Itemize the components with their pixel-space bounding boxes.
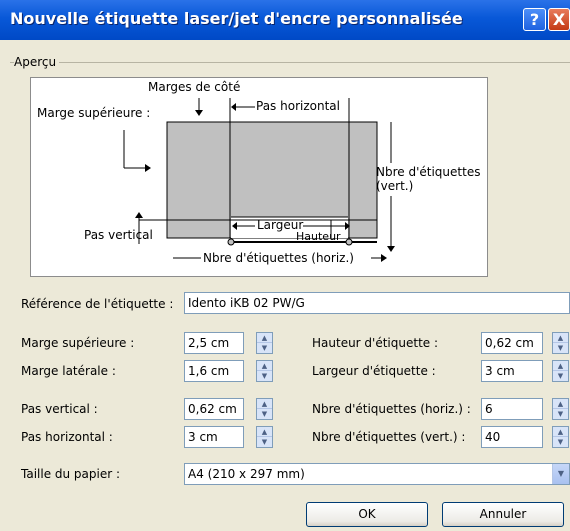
close-button[interactable]: X — [548, 8, 570, 31]
marge-superieure-spinner[interactable]: ▲ ▼ — [256, 332, 273, 354]
nbre-horiz-input[interactable]: 6 — [481, 398, 543, 420]
spin-down-icon[interactable]: ▼ — [257, 409, 272, 419]
label-preview: Marges de côté Pas horizontal Marge supé… — [30, 77, 488, 277]
nbre-vert-spinner[interactable]: ▲ ▼ — [552, 426, 569, 448]
marge-superieure-label: Marge supérieure : — [21, 336, 135, 350]
pas-horizontal-label: Pas horizontal : — [21, 430, 113, 444]
preview-marges-cote-label: Marges de côté — [148, 80, 241, 94]
spin-up-icon[interactable]: ▲ — [553, 399, 568, 409]
spin-up-icon[interactable]: ▲ — [257, 399, 272, 409]
preview-nbre-vert-label-1: Nbre d'étiquettes — [376, 165, 481, 179]
spin-up-icon[interactable]: ▲ — [553, 333, 568, 343]
preview-marge-superieure-label: Marge supérieure : — [37, 106, 151, 120]
nbre-horiz-spinner[interactable]: ▲ ▼ — [552, 398, 569, 420]
pas-vertical-spinner[interactable]: ▲ ▼ — [256, 398, 273, 420]
title-bar: Nouvelle étiquette laser/jet d'encre per… — [0, 0, 570, 40]
hauteur-etiquette-label: Hauteur d'étiquette : — [312, 336, 439, 350]
taille-papier-label: Taille du papier : — [21, 467, 121, 481]
window-title: Nouvelle étiquette laser/jet d'encre per… — [10, 9, 463, 28]
pas-vertical-label: Pas vertical : — [21, 402, 98, 416]
spin-down-icon[interactable]: ▼ — [553, 409, 568, 419]
spin-down-icon[interactable]: ▼ — [553, 343, 568, 353]
spin-up-icon[interactable]: ▲ — [257, 361, 272, 371]
spin-down-icon[interactable]: ▼ — [257, 371, 272, 381]
taille-papier-value: A4 (210 x 297 mm) — [188, 467, 305, 481]
marge-superieure-input[interactable]: 2,5 cm — [184, 332, 244, 354]
preview-nbre-vert-label-2: (vert.) — [376, 179, 414, 193]
spin-up-icon[interactable]: ▲ — [257, 333, 272, 343]
preview-group-label: Aperçu — [14, 55, 60, 69]
pas-horizontal-input[interactable]: 3 cm — [184, 426, 244, 448]
nbre-vert-label: Nbre d'étiquettes (vert.) : — [312, 430, 466, 444]
pas-horizontal-spinner[interactable]: ▲ ▼ — [256, 426, 273, 448]
pas-vertical-input[interactable]: 0,62 cm — [184, 398, 244, 420]
preview-pas-vertical-label: Pas vertical — [84, 228, 153, 242]
nbre-vert-input[interactable]: 40 — [481, 426, 543, 448]
marge-laterale-spinner[interactable]: ▲ ▼ — [256, 360, 273, 382]
ok-button[interactable]: OK — [306, 502, 428, 527]
preview-hauteur-label: Hauteur — [296, 230, 341, 243]
nbre-horiz-label: Nbre d'étiquettes (horiz.) : — [312, 402, 471, 416]
dialog-window: Nouvelle étiquette laser/jet d'encre per… — [0, 0, 570, 531]
help-button[interactable]: ? — [523, 8, 546, 31]
marge-laterale-label: Marge latérale : — [21, 364, 116, 378]
spin-down-icon[interactable]: ▼ — [553, 371, 568, 381]
spin-down-icon[interactable]: ▼ — [553, 437, 568, 447]
taille-papier-select[interactable]: A4 (210 x 297 mm) ▼ — [184, 463, 570, 485]
preview-nbre-horiz-label: Nbre d'étiquettes (horiz.) — [203, 251, 354, 265]
spin-up-icon[interactable]: ▲ — [257, 427, 272, 437]
dropdown-arrow-icon[interactable]: ▼ — [552, 464, 569, 484]
reference-label: Référence de l'étiquette : — [21, 297, 174, 311]
reference-value: Idento iKB 02 PW/G — [188, 296, 305, 310]
spin-down-icon[interactable]: ▼ — [257, 343, 272, 353]
largeur-etiquette-label: Largeur d'étiquette : — [312, 364, 436, 378]
spin-up-icon[interactable]: ▲ — [553, 361, 568, 371]
preview-pas-horizontal-label: Pas horizontal — [256, 99, 340, 113]
reference-input[interactable]: Idento iKB 02 PW/G — [184, 292, 570, 314]
largeur-etiquette-spinner[interactable]: ▲ ▼ — [552, 360, 569, 382]
spin-down-icon[interactable]: ▼ — [257, 437, 272, 447]
largeur-etiquette-input[interactable]: 3 cm — [481, 360, 543, 382]
marge-laterale-input[interactable]: 1,6 cm — [184, 360, 244, 382]
hauteur-etiquette-input[interactable]: 0,62 cm — [481, 332, 543, 354]
spin-up-icon[interactable]: ▲ — [553, 427, 568, 437]
hauteur-etiquette-spinner[interactable]: ▲ ▼ — [552, 332, 569, 354]
annuler-button[interactable]: Annuler — [442, 502, 564, 527]
